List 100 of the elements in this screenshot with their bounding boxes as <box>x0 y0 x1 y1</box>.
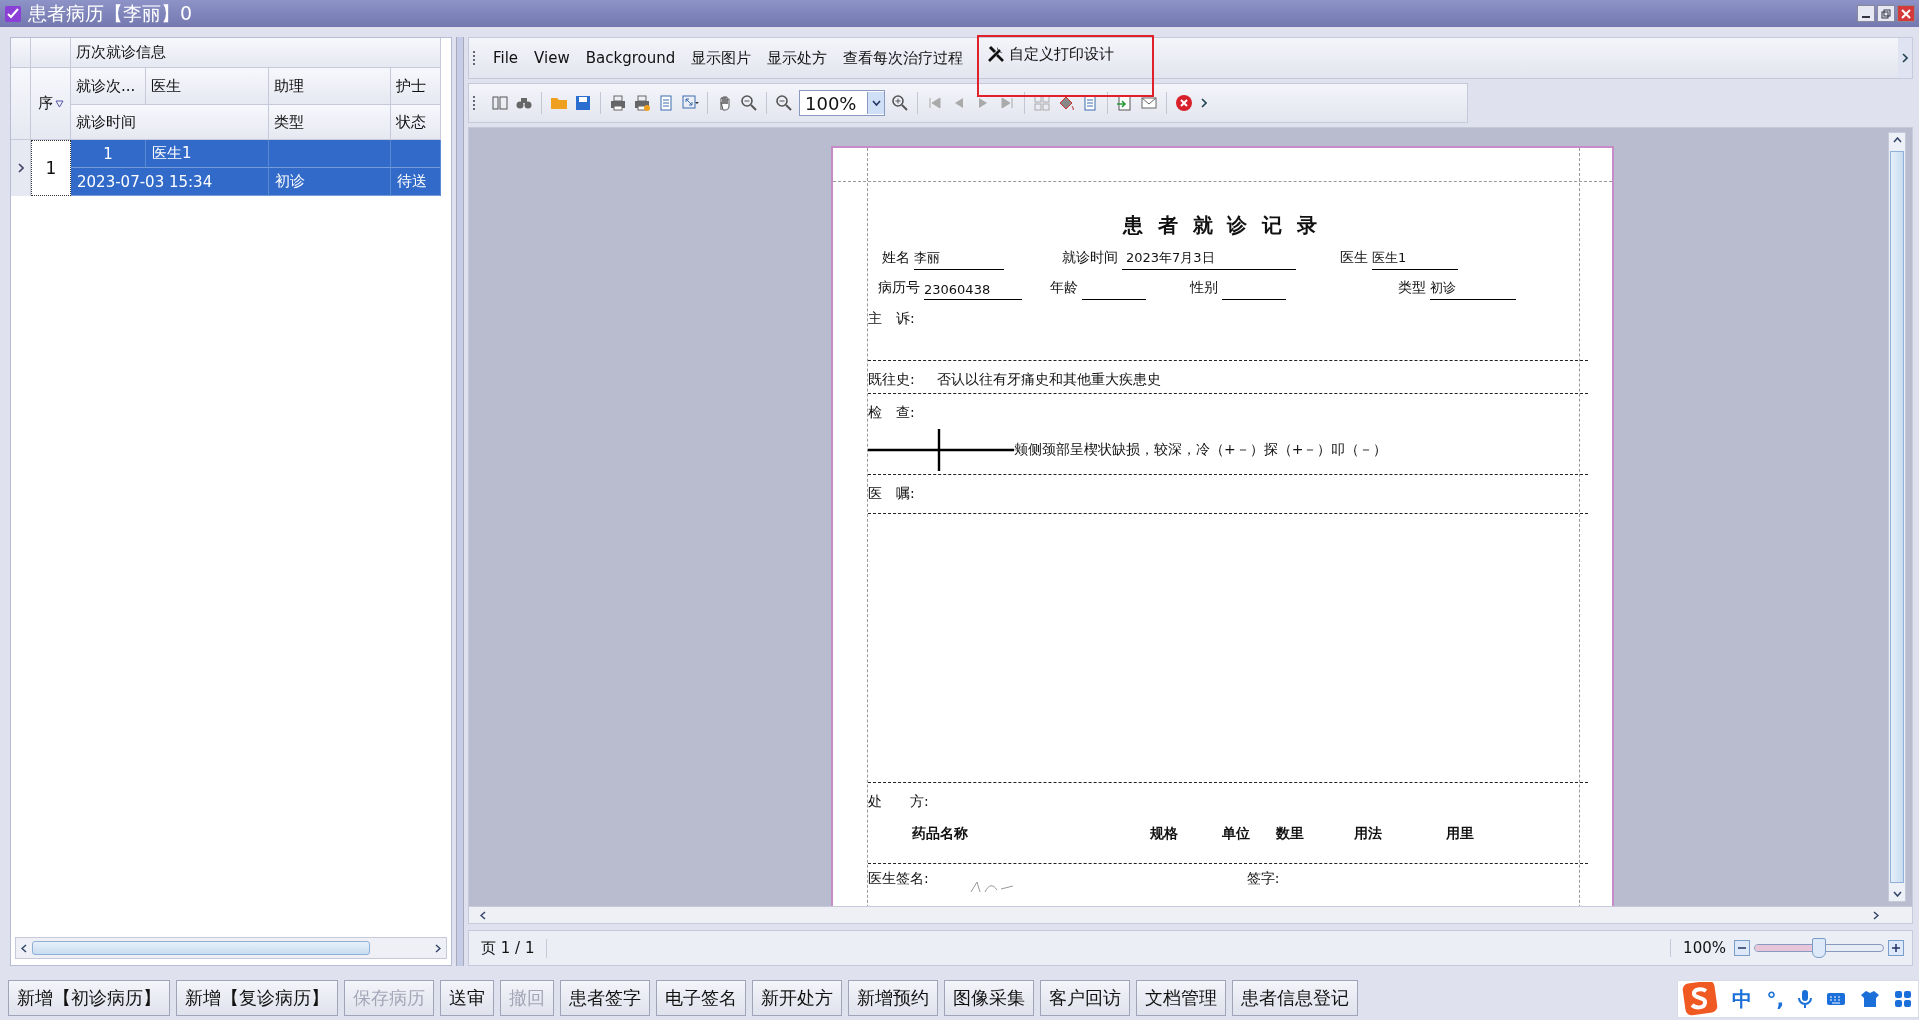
zoom-out-button[interactable] <box>1734 940 1750 956</box>
column-header: 药品名称 <box>912 825 968 843</box>
signature-drawing <box>968 880 1015 892</box>
horizontal-scrollbar[interactable] <box>15 937 447 959</box>
chevron-icon[interactable] <box>1201 98 1207 108</box>
menu-item[interactable]: 查看每次治疗过程 <box>835 41 972 75</box>
zoom-in-icon[interactable] <box>891 94 909 112</box>
input-mode-button[interactable]: 中 <box>1732 985 1753 1013</box>
microphone-icon[interactable] <box>1798 989 1812 1009</box>
field-label: 病历号 <box>878 279 920 297</box>
tooth-chart-icon <box>868 429 1014 471</box>
scroll-thumb[interactable] <box>1890 151 1904 883</box>
filter-icon[interactable] <box>54 99 64 108</box>
save-icon[interactable] <box>574 94 592 112</box>
page-indicator: 页 1 / 1 <box>469 938 548 958</box>
column-header: 用里 <box>1446 825 1474 843</box>
column-header[interactable]: 状态 <box>391 105 441 140</box>
action-button[interactable]: 客户回访 <box>1040 980 1130 1016</box>
column-header: 数里 <box>1276 825 1304 843</box>
section-label: 主 诉: <box>868 310 915 326</box>
column-header[interactable]: 就诊时间 <box>71 105 269 140</box>
field-value: 医生1 <box>1372 245 1458 270</box>
column-header[interactable]: 护士 <box>391 68 441 105</box>
action-button[interactable]: 送审 <box>440 980 494 1016</box>
vertical-scrollbar[interactable] <box>1888 132 1906 902</box>
window-title: 患者病历【李丽】0 <box>28 0 193 26</box>
horizontal-scrollbar[interactable] <box>469 906 1912 923</box>
restore-button[interactable] <box>1877 5 1895 22</box>
column-header[interactable]: 序 <box>31 68 71 140</box>
section-label: 医 嘱: <box>868 485 915 501</box>
zoom-field[interactable]: 100% <box>799 90 885 116</box>
table-cell: 初诊 <box>269 168 391 196</box>
field-value: 初诊 <box>1430 275 1516 300</box>
multipage-icon[interactable] <box>1033 94 1051 112</box>
action-button[interactable]: 新增预约 <box>848 980 938 1016</box>
last-page-icon[interactable] <box>998 94 1016 112</box>
scroll-left-icon[interactable] <box>21 943 27 953</box>
watermark-icon[interactable] <box>1081 94 1099 112</box>
field-label: 姓名 <box>882 249 910 267</box>
action-button[interactable]: 患者信息登记 <box>1232 980 1358 1016</box>
column-band-header: 历次就诊信息 <box>71 38 441 68</box>
magnifier-icon[interactable] <box>740 94 758 112</box>
minimize-icon <box>1862 15 1870 18</box>
action-button[interactable]: 电子签名 <box>656 980 746 1016</box>
signature-label: 医生签名: <box>868 870 929 888</box>
tools-icon <box>987 45 1006 63</box>
column-header[interactable]: 类型 <box>269 105 391 140</box>
scroll-right-icon[interactable] <box>435 943 441 953</box>
checkbox-icon <box>4 4 22 23</box>
action-button[interactable]: 文档管理 <box>1136 980 1226 1016</box>
zoom-out-icon[interactable] <box>775 94 793 112</box>
punctuation-button[interactable]: °, <box>1766 987 1784 1011</box>
menu-item[interactable]: 自定义打印设计 <box>979 37 1153 95</box>
zoom-in-button[interactable] <box>1888 940 1904 956</box>
column-header[interactable]: 就诊次... <box>71 68 146 105</box>
action-button[interactable]: 图像采集 <box>944 980 1034 1016</box>
zoom-label: 100% <box>1670 939 1726 957</box>
shirt-icon[interactable] <box>1860 990 1880 1008</box>
zoom-slider[interactable] <box>1754 938 1884 958</box>
exam-text: 颊侧颈部呈楔状缺损，较深，冷（+－）探（+－）叩（－） <box>1014 441 1388 459</box>
email-icon[interactable] <box>1140 94 1158 112</box>
field-value: 李丽 <box>914 245 1004 270</box>
table-cell: 医生1 <box>146 140 269 168</box>
plus-icon <box>1892 944 1900 952</box>
export-icon[interactable] <box>1116 94 1134 112</box>
panel-icon[interactable] <box>491 94 509 112</box>
action-button[interactable]: 新开处方 <box>752 980 842 1016</box>
menu-item[interactable]: View <box>526 41 578 75</box>
menu-item[interactable]: 显示处方 <box>759 41 836 75</box>
quick-print-icon[interactable] <box>633 94 651 112</box>
table-cell: 1 <box>31 140 71 196</box>
column-header[interactable]: 医生 <box>146 68 269 105</box>
caret-icon[interactable] <box>871 100 881 106</box>
scale-icon[interactable] <box>681 94 699 112</box>
keyboard-icon[interactable] <box>1826 991 1846 1007</box>
scroll-left-icon[interactable] <box>480 910 486 920</box>
action-button[interactable]: 新增【复诊病历】 <box>176 980 338 1016</box>
fill-color-icon[interactable] <box>1057 94 1075 112</box>
table-cell: 2023-07-03 15:34 <box>71 168 269 196</box>
menu-item[interactable]: File <box>485 41 527 75</box>
close-icon[interactable] <box>1175 94 1193 112</box>
history-text: 否认以往有牙痛史和其他重大疾患史 <box>936 371 1161 387</box>
action-button[interactable]: 患者签字 <box>560 980 650 1016</box>
action-button[interactable]: 新增【初诊病历】 <box>8 980 170 1016</box>
grid-icon[interactable] <box>1894 990 1912 1008</box>
scroll-right-icon[interactable] <box>1873 910 1879 920</box>
minimize-button[interactable] <box>1857 5 1875 22</box>
menu-item[interactable]: 显示图片 <box>683 41 760 75</box>
scroll-up-icon[interactable] <box>1892 137 1902 143</box>
column-header[interactable]: 助理 <box>269 68 391 105</box>
scroll-down-icon[interactable] <box>1892 891 1902 897</box>
section-label: 检 查: <box>868 404 915 420</box>
print-icon[interactable] <box>609 94 627 112</box>
menu-item[interactable]: Background <box>577 41 684 75</box>
close-button[interactable] <box>1897 5 1915 22</box>
current-row-icon <box>17 163 24 173</box>
column-header: 规格 <box>1150 825 1178 843</box>
field-value: 23060438 <box>924 275 1022 300</box>
minus-icon <box>1738 944 1746 952</box>
slider-thumb[interactable] <box>1812 938 1826 958</box>
